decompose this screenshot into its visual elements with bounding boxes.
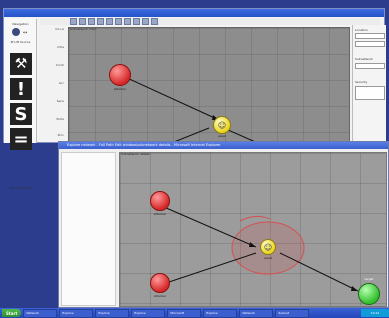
node-label: attacker (153, 212, 167, 216)
node-label: asset (264, 256, 272, 260)
taskbar-item[interactable]: Network (239, 308, 274, 318)
back-toolbar (40, 18, 380, 25)
taskbar-item[interactable]: Subnet (275, 308, 310, 318)
row-label: Contr (55, 63, 64, 67)
panel-field[interactable] (355, 33, 385, 39)
taskbar-item[interactable]: Explore (59, 308, 94, 318)
toolbar-button[interactable] (142, 18, 149, 25)
panel-title: Location (355, 28, 368, 32)
exclamation-icon[interactable]: ! (10, 78, 32, 100)
attacker-node[interactable] (109, 64, 131, 86)
toolbar-button[interactable] (88, 18, 95, 25)
taskbar-item[interactable]: Explore (203, 308, 238, 318)
canvas-tab[interactable]: Subnetwork main (70, 27, 110, 32)
globe-icon[interactable] (12, 28, 20, 36)
row-labels: CC+A Infra Contr Acc Sens Ports Proc (38, 25, 68, 143)
canvas-tab[interactable]: Subnetwork details (121, 152, 171, 156)
front-window: Explore network - Full Path Edit window/… (58, 141, 389, 308)
toolbar-button[interactable] (97, 18, 104, 25)
toolbar-button[interactable] (79, 18, 86, 25)
equals-icon[interactable]: = (10, 128, 32, 150)
taskbar-item[interactable]: Explore (95, 308, 130, 318)
toolbar-button[interactable] (151, 18, 158, 25)
node-label: target (364, 277, 374, 281)
front-window-title[interactable]: Explore network - Full Path Edit window/… (59, 142, 388, 149)
panel-field[interactable] (355, 63, 385, 69)
node-label: attacker (113, 87, 127, 91)
node-label: asset (218, 134, 226, 138)
arrow-icon[interactable]: ↔ (23, 30, 27, 36)
wrench-icon[interactable]: ⚒ (10, 53, 32, 75)
taskbar-item[interactable]: Network (23, 308, 58, 318)
attacker-node[interactable] (150, 191, 170, 211)
row-label: CC+A (55, 27, 64, 31)
system-tray-clock: 10:12 (361, 309, 389, 317)
smiley-node-icon[interactable]: ☺ (213, 116, 231, 134)
tool-palette: Navigation ↔ IE Lift Source ⚒ ! S = (4, 19, 37, 150)
toolbar-button[interactable] (124, 18, 131, 25)
toolbar-button[interactable] (133, 18, 140, 25)
start-button[interactable]: Start (2, 309, 22, 317)
taskbar-item[interactable]: Microsoft (167, 308, 202, 318)
network-canvas[interactable]: attacker ☺ asset (68, 27, 350, 144)
panel-section-label: Subnetwork (355, 57, 373, 61)
front-sidebar (61, 152, 116, 306)
toolbar-button[interactable] (115, 18, 122, 25)
toolbar-button[interactable] (70, 18, 77, 25)
node-label: attacker (153, 294, 167, 298)
subnetwork-canvas[interactable]: attacker ☺ asset attacker target (119, 152, 387, 307)
toolbar-button[interactable] (106, 18, 113, 25)
panel-section-label: Security (355, 80, 368, 84)
properties-panel: Location Subnetwork Security (352, 25, 386, 143)
taskbar: Start Network Explore Explore Explore Mi… (0, 308, 389, 318)
hook-icon[interactable]: S (10, 103, 32, 125)
palette-section-label: IE Lift Source (10, 40, 31, 44)
row-label: Infra (57, 45, 64, 49)
back-window-titlebar[interactable] (4, 9, 384, 17)
connection-lines (126, 77, 262, 144)
row-label: Proc (57, 133, 64, 137)
attacker-node[interactable] (150, 273, 170, 293)
taskbar-item[interactable]: Explore (131, 308, 166, 318)
palette-title: Navigation (12, 22, 29, 26)
palette-bottom-label: Administration (9, 186, 32, 190)
row-label: Acc (58, 81, 64, 85)
panel-field[interactable] (355, 41, 385, 47)
row-label: Sens (56, 99, 64, 103)
row-label: Ports (56, 117, 64, 121)
panel-list[interactable] (355, 86, 385, 100)
back-window: Navigation ↔ IE Lift Source ⚒ ! S = Admi… (3, 8, 386, 190)
target-node[interactable] (358, 283, 380, 305)
smiley-node-icon[interactable]: ☺ (260, 239, 276, 255)
